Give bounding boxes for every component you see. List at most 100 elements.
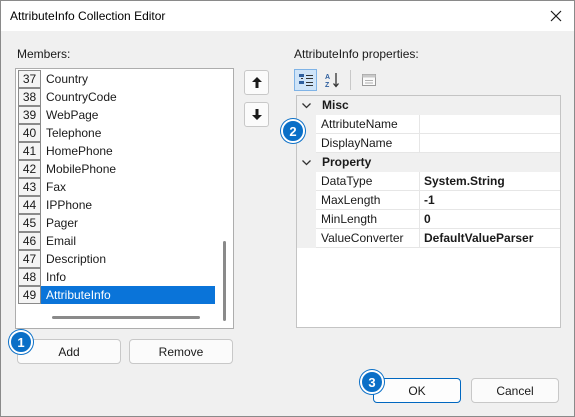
property-row-displayname[interactable]: DisplayName [297, 134, 560, 153]
ok-button[interactable]: OK [373, 378, 461, 403]
property-name: MaxLength [316, 191, 420, 210]
property-value[interactable] [420, 134, 560, 153]
item-index: 44 [18, 196, 41, 214]
list-item[interactable]: 38 CountryCode [18, 88, 215, 106]
item-name: Info [46, 270, 67, 284]
title-bar: AttributeInfo Collection Editor [1, 1, 574, 31]
item-name: MobilePhone [46, 162, 117, 176]
vertical-scrollbar-thumb[interactable] [223, 241, 226, 321]
window-title: AttributeInfo Collection Editor [10, 9, 166, 23]
item-name: WebPage [46, 108, 99, 122]
row-gutter [297, 229, 316, 248]
item-index: 49 [18, 286, 41, 304]
list-item[interactable]: 41 HomePhone [18, 142, 215, 160]
collapse-toggle[interactable] [297, 96, 316, 115]
row-gutter [297, 191, 316, 210]
move-down-button[interactable] [244, 102, 269, 127]
property-row-attributename[interactable]: AttributeName [297, 115, 560, 134]
list-item[interactable]: 37 Country [18, 70, 215, 88]
property-value[interactable]: DefaultValueParser [420, 229, 560, 248]
item-index: 43 [18, 178, 41, 196]
list-item[interactable]: 42 MobilePhone [18, 160, 215, 178]
property-value[interactable] [420, 115, 560, 134]
move-up-button[interactable] [244, 70, 269, 95]
item-index: 47 [18, 250, 41, 268]
alphabetical-button[interactable]: A Z [321, 69, 344, 91]
item-name: AttributeInfo [41, 286, 215, 304]
list-item[interactable]: 39 WebPage [18, 106, 215, 124]
item-index: 41 [18, 142, 41, 160]
row-gutter [297, 172, 316, 191]
item-name: Country [46, 72, 89, 86]
collection-editor-dialog: AttributeInfo Collection Editor Members:… [0, 0, 575, 417]
item-name: Email [46, 234, 77, 248]
categorized-button[interactable] [294, 69, 317, 91]
property-row-minlength[interactable]: MinLength 0 [297, 210, 560, 229]
item-index: 37 [18, 70, 41, 88]
cancel-button[interactable]: Cancel [471, 378, 559, 403]
property-value[interactable]: 0 [420, 210, 560, 229]
members-listbox[interactable]: 37 Country 38 CountryCode 39 WebPage 40 … [15, 68, 234, 329]
category-row-property[interactable]: Property [297, 153, 560, 172]
property-row-maxlength[interactable]: MaxLength -1 [297, 191, 560, 210]
list-item-selected[interactable]: 49 AttributeInfo [18, 286, 215, 304]
item-index: 38 [18, 88, 41, 106]
item-name: CountryCode [46, 90, 117, 104]
property-value[interactable]: System.String [420, 172, 560, 191]
category-name: Property [316, 153, 560, 172]
svg-text:Z: Z [325, 82, 330, 88]
item-index: 45 [18, 214, 41, 232]
cancel-button-label: Cancel [496, 383, 534, 398]
callout-badge-1: 1 [9, 330, 33, 354]
category-row-misc[interactable]: Misc [297, 96, 560, 115]
list-item[interactable]: 46 Email [18, 232, 215, 250]
property-row-valueconverter[interactable]: ValueConverter DefaultValueParser [297, 229, 560, 248]
item-name: Description [46, 252, 107, 266]
item-name: IPPhone [46, 198, 93, 212]
item-index: 46 [18, 232, 41, 250]
list-item[interactable]: 47 Description [18, 250, 215, 268]
ok-button-label: OK [408, 383, 426, 398]
property-pages-icon [361, 74, 376, 86]
sort-alphabetical-icon: A Z [325, 73, 339, 88]
chevron-down-icon [302, 102, 311, 108]
item-name: Fax [46, 180, 67, 194]
remove-button[interactable]: Remove [129, 339, 233, 364]
list-item[interactable]: 40 Telephone [18, 124, 215, 142]
add-button-label: Add [58, 344, 80, 359]
close-button[interactable] [544, 4, 568, 28]
property-grid-toolbar: A Z [294, 69, 380, 93]
property-value[interactable]: -1 [420, 191, 560, 210]
list-item[interactable]: 45 Pager [18, 214, 215, 232]
property-name: ValueConverter [316, 229, 420, 248]
property-name: MinLength [316, 210, 420, 229]
property-row-datatype[interactable]: DataType System.String [297, 172, 560, 191]
item-name: Pager [46, 216, 79, 230]
item-index: 48 [18, 268, 41, 286]
row-gutter [297, 210, 316, 229]
property-name: DataType [316, 172, 420, 191]
list-item[interactable]: 44 IPPhone [18, 196, 215, 214]
collapse-toggle[interactable] [297, 153, 316, 172]
category-name: Misc [316, 96, 560, 115]
close-icon [550, 10, 562, 22]
chevron-down-icon [302, 159, 311, 165]
property-pages-button[interactable] [357, 69, 380, 91]
arrow-down-icon [251, 109, 262, 120]
property-grid: Misc AttributeName DisplayName Property … [296, 95, 561, 328]
callout-badge-2: 2 [281, 119, 305, 143]
list-item[interactable]: 48 Info [18, 268, 215, 286]
item-index: 39 [18, 106, 41, 124]
horizontal-scrollbar-thumb[interactable] [52, 316, 200, 319]
item-index: 42 [18, 160, 41, 178]
list-item[interactable]: 43 Fax [18, 178, 215, 196]
property-name: AttributeName [316, 115, 420, 134]
item-index: 40 [18, 124, 41, 142]
property-name: DisplayName [316, 134, 420, 153]
callout-badge-3: 3 [360, 370, 384, 394]
categorized-icon [298, 74, 313, 86]
toolbar-separator [350, 70, 351, 90]
arrow-up-icon [251, 77, 262, 88]
remove-button-label: Remove [158, 344, 204, 359]
members-label: Members: [17, 47, 71, 61]
